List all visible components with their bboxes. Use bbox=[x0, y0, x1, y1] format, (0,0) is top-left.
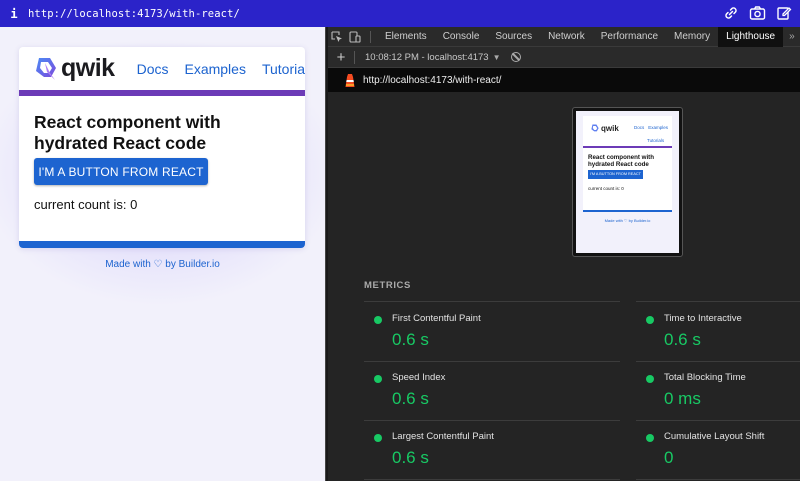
tab-network[interactable]: Network bbox=[540, 27, 593, 47]
tab-memory[interactable]: Memory bbox=[666, 27, 718, 47]
thumbnail-nav-examples: Examples bbox=[648, 125, 669, 130]
status-dot bbox=[374, 316, 382, 324]
camera-icon[interactable] bbox=[749, 5, 766, 21]
thumbnail-nav-tutorials: Tutorials bbox=[647, 138, 665, 143]
thumbnail-nav: Docs Examples bbox=[634, 125, 672, 130]
info-icon[interactable]: i bbox=[0, 7, 28, 21]
page-title: React component with hydrated React code bbox=[34, 112, 221, 153]
status-dot bbox=[646, 316, 654, 324]
metrics-divider bbox=[636, 361, 800, 362]
metrics-heading: METRICS bbox=[364, 280, 411, 291]
thumbnail-divider bbox=[583, 146, 672, 148]
app-header: qwik Docs Examples Tutorials bbox=[19, 47, 305, 90]
metrics-divider bbox=[364, 301, 620, 302]
metric-label: Cumulative Layout Shift bbox=[664, 431, 765, 442]
metric-label: Speed Index bbox=[392, 372, 446, 383]
status-dot bbox=[646, 375, 654, 383]
nav-link-docs[interactable]: Docs bbox=[137, 61, 169, 77]
tab-elements[interactable]: Elements bbox=[377, 27, 435, 47]
page-viewport: qwik Docs Examples Tutorials React compo… bbox=[0, 27, 325, 481]
metric-value: 0.6 s bbox=[392, 389, 429, 408]
thumbnail-footer-bar bbox=[583, 210, 672, 212]
metric-value: 0 bbox=[664, 448, 674, 467]
new-report-button[interactable]: + bbox=[328, 49, 354, 66]
device-toolbar-icon[interactable] bbox=[346, 30, 364, 43]
chevron-down-icon[interactable]: ▼ bbox=[493, 53, 501, 62]
status-dot bbox=[374, 434, 382, 442]
metrics-divider bbox=[364, 361, 620, 362]
metric-label: Time to Interactive bbox=[664, 313, 742, 324]
lighthouse-toolbar: + 10:08:12 PM - localhost:4173 ▼ bbox=[328, 47, 800, 68]
app-card: qwik Docs Examples Tutorials React compo… bbox=[19, 47, 305, 248]
address-bar[interactable]: i http://localhost:4173/with-react/ bbox=[0, 0, 800, 27]
card-footer-bar bbox=[19, 241, 305, 248]
thumbnail-logo: qwik bbox=[591, 124, 619, 133]
thumbnail-nav-docs: Docs bbox=[634, 125, 645, 130]
tab-sources[interactable]: Sources bbox=[487, 27, 540, 47]
thumbnail-count: current count is: 0 bbox=[588, 186, 624, 191]
toolbar-separator bbox=[354, 50, 355, 64]
report-selector[interactable]: 10:08:12 PM - localhost:4173 bbox=[365, 52, 489, 63]
metrics-divider bbox=[636, 420, 800, 421]
tab-separator bbox=[370, 30, 371, 43]
edit-icon[interactable] bbox=[776, 5, 792, 21]
tab-performance[interactable]: Performance bbox=[593, 27, 666, 47]
nav-link-tutorials[interactable]: Tutorials bbox=[262, 61, 305, 77]
status-dot bbox=[374, 375, 382, 383]
thumbnail-logo-text: qwik bbox=[601, 124, 619, 133]
metric-value: 0 ms bbox=[664, 389, 701, 408]
metric-value: 0.6 s bbox=[392, 330, 429, 349]
thumbnail-title: React component with hydrated React code bbox=[588, 154, 655, 169]
final-screenshot-thumbnail[interactable]: qwik Docs Examples Tutorials React compon… bbox=[572, 107, 683, 257]
metric-label: Largest Contentful Paint bbox=[392, 431, 494, 442]
react-button[interactable]: I'M A BUTTON FROM REACT bbox=[34, 158, 208, 185]
lighthouse-icon bbox=[345, 74, 355, 87]
thumbnail-qwik-icon bbox=[591, 124, 599, 132]
link-icon[interactable] bbox=[723, 5, 739, 21]
status-dot bbox=[646, 434, 654, 442]
qwik-logo[interactable]: qwik bbox=[35, 54, 115, 83]
tab-console[interactable]: Console bbox=[435, 27, 488, 47]
nav-link-examples[interactable]: Examples bbox=[184, 61, 245, 77]
header-divider bbox=[19, 90, 305, 96]
url-text[interactable]: http://localhost:4173/with-react/ bbox=[28, 8, 240, 20]
metrics-divider bbox=[636, 301, 800, 302]
builder-credit-link[interactable]: Made with ♡ by Builder.io bbox=[0, 259, 325, 270]
devtools-panel: Elements Console Sources Network Perform… bbox=[328, 27, 800, 481]
count-text: current count is: 0 bbox=[34, 197, 138, 212]
thumbnail-button: I'M A BUTTON FROM REACT bbox=[588, 170, 643, 179]
qwik-logo-icon bbox=[36, 57, 56, 80]
metric-value: 0.6 s bbox=[664, 330, 701, 349]
metric-label: Total Blocking Time bbox=[664, 372, 746, 383]
thumbnail-card: qwik Docs Examples Tutorials React compon… bbox=[583, 116, 672, 212]
report-url-bar: http://localhost:4173/with-react/ bbox=[328, 68, 800, 92]
metrics-divider bbox=[364, 420, 620, 421]
metric-value: 0.6 s bbox=[392, 448, 429, 467]
inspect-element-icon[interactable] bbox=[328, 30, 346, 43]
metric-label: First Contentful Paint bbox=[392, 313, 481, 324]
thumbnail-credit: Made with ♡ by Builder.io bbox=[604, 218, 651, 223]
devtools-tabbar: Elements Console Sources Network Perform… bbox=[328, 27, 800, 47]
app-nav: Docs Examples Tutorials bbox=[137, 61, 305, 77]
metrics-divider bbox=[636, 479, 800, 480]
metrics-divider bbox=[364, 479, 620, 480]
tab-lighthouse[interactable]: Lighthouse bbox=[718, 27, 784, 47]
address-bar-tools bbox=[723, 5, 792, 21]
clear-reports-icon[interactable] bbox=[510, 52, 521, 62]
more-tabs-icon[interactable]: » bbox=[789, 31, 795, 42]
thumbnail-page: qwik Docs Examples Tutorials React compon… bbox=[576, 111, 679, 253]
report-url[interactable]: http://localhost:4173/with-react/ bbox=[363, 75, 501, 86]
qwik-logo-text: qwik bbox=[61, 54, 115, 82]
